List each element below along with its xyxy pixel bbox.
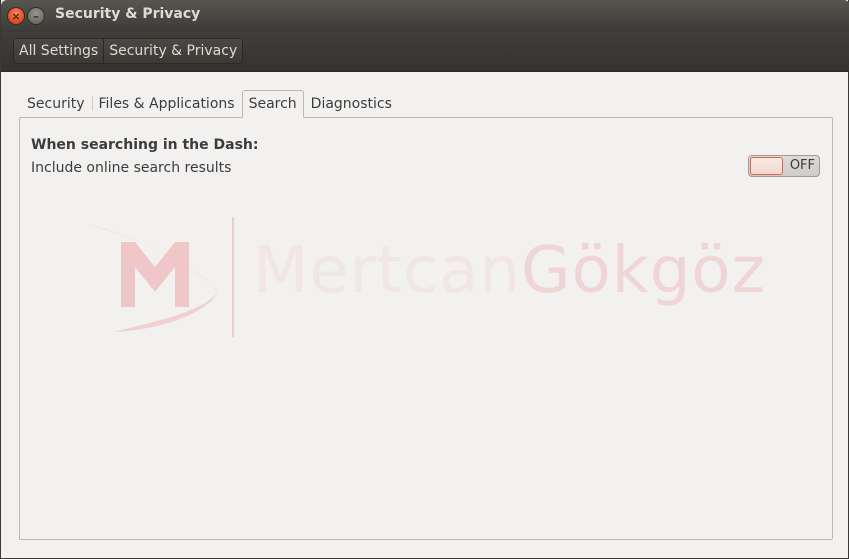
- tab-diagnostics[interactable]: Diagnostics: [304, 90, 399, 117]
- toggle-knob[interactable]: [750, 157, 783, 175]
- search-tab-panel: [19, 117, 833, 540]
- minimize-icon: –: [33, 9, 39, 23]
- toggle-state-label: OFF: [789, 158, 815, 173]
- dash-search-heading: When searching in the Dash:: [31, 137, 259, 153]
- title-bar: × – Security & Privacy: [1, 0, 849, 32]
- window-title: Security & Privacy: [55, 6, 201, 22]
- tab-files-applications[interactable]: Files & Applications: [91, 90, 242, 117]
- minimize-window-button[interactable]: –: [28, 8, 44, 24]
- tab-bar: Security Files & Applications Search Dia…: [20, 90, 399, 118]
- close-icon: ×: [11, 9, 21, 23]
- tab-search[interactable]: Search: [241, 90, 304, 118]
- online-results-label: Include online search results: [31, 160, 232, 176]
- online-results-toggle[interactable]: OFF: [748, 155, 820, 177]
- close-window-button[interactable]: ×: [8, 8, 24, 24]
- breadcrumb-all-settings[interactable]: All Settings: [14, 39, 104, 63]
- toolbar: All Settings Security & Privacy: [1, 32, 849, 72]
- breadcrumb: All Settings Security & Privacy: [13, 38, 244, 64]
- tab-security[interactable]: Security: [20, 90, 92, 117]
- settings-window: × – Security & Privacy All Settings Secu…: [0, 0, 849, 559]
- breadcrumb-security-privacy[interactable]: Security & Privacy: [103, 39, 243, 63]
